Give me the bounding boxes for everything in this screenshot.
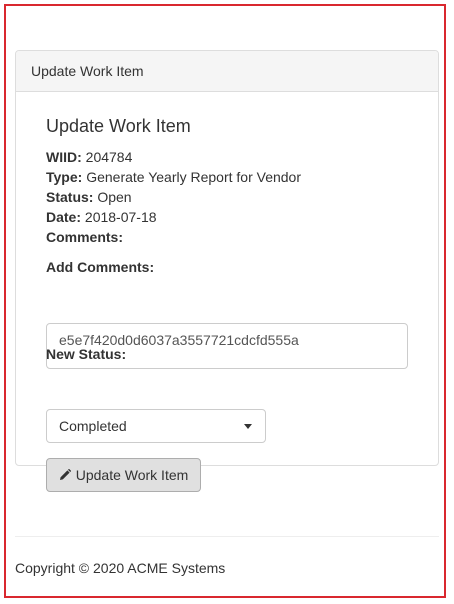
type-label: Type: <box>46 169 83 185</box>
date-label: Date: <box>46 209 82 225</box>
status-value: Open <box>97 189 132 205</box>
wiid-label: WIID: <box>46 149 82 165</box>
add-comments-label: Add Comments: <box>46 259 155 275</box>
update-work-item-panel: Update Work Item Update Work Item WIID: … <box>15 50 439 492</box>
status-label: Status: <box>46 189 94 205</box>
type-line: Type: Generate Yearly Report for Vendor <box>46 167 301 187</box>
footer-copyright: Copyright © 2020 ACME Systems <box>15 560 226 576</box>
update-work-item-button[interactable]: Update Work Item <box>46 458 201 492</box>
wiid-value: 204784 <box>85 149 133 165</box>
comments-line: Comments: <box>46 227 123 247</box>
status-line: Status: Open <box>46 187 132 207</box>
new-status-label: New Status: <box>46 346 127 362</box>
wiid-line: WIID: 204784 <box>46 147 132 167</box>
pencil-icon <box>59 469 71 481</box>
new-status-selected-value: Completed <box>59 418 127 434</box>
update-work-item-button-label: Update Work Item <box>75 467 189 483</box>
type-value: Generate Yearly Report for Vendor <box>86 169 302 185</box>
date-line: Date: 2018-07-18 <box>46 207 157 227</box>
page-title: Update Work Item <box>46 116 191 136</box>
footer-divider <box>15 536 439 537</box>
new-status-select[interactable]: Completed <box>46 409 266 443</box>
panel-heading: Update Work Item <box>16 51 438 92</box>
comments-label: Comments: <box>46 229 124 245</box>
caret-down-icon <box>244 424 252 429</box>
date-value: 2018-07-18 <box>84 209 157 225</box>
